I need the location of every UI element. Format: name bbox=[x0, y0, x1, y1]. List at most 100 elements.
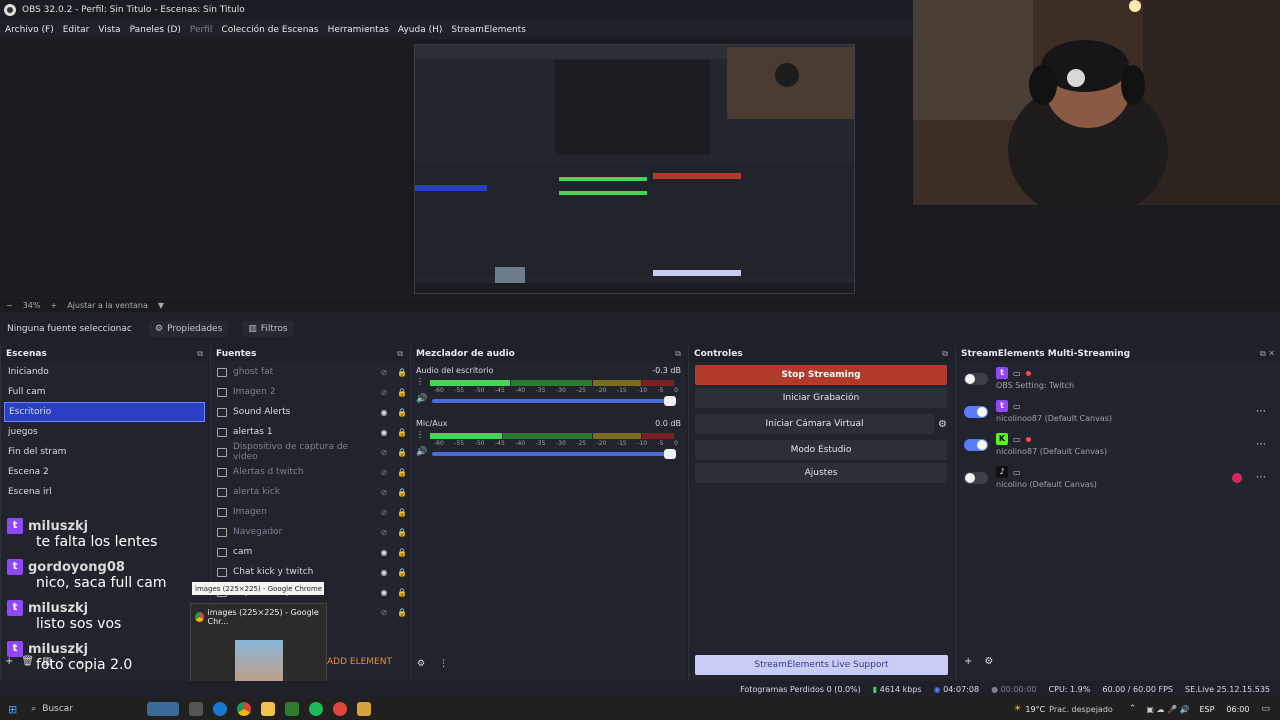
undock-icon[interactable]: ⧉ bbox=[197, 349, 203, 359]
source-item[interactable]: alerta kick ⊘ 🔒 bbox=[211, 482, 408, 502]
virtual-camera-button[interactable]: Iniciar Cámara Virtual bbox=[695, 414, 935, 434]
undock-icon[interactable]: ⧉ bbox=[675, 349, 681, 359]
scene-item[interactable]: Escritorio bbox=[4, 402, 205, 422]
lock-icon[interactable]: 🔒 bbox=[396, 508, 408, 517]
menu-item-8[interactable]: StreamElements bbox=[451, 25, 526, 35]
menu-item-6[interactable]: Herramientas bbox=[328, 25, 389, 35]
lock-icon[interactable]: 🔒 bbox=[396, 588, 408, 597]
edge-icon[interactable] bbox=[213, 702, 228, 716]
settings-button[interactable]: Ajustes bbox=[695, 463, 947, 483]
app-icon-red[interactable] bbox=[333, 702, 348, 716]
chevron-down-icon[interactable]: ▼ bbox=[158, 301, 164, 310]
source-item[interactable]: Dispositivo de captura de video ⊘ 🔒 bbox=[211, 442, 408, 462]
lock-icon[interactable]: 🔒 bbox=[396, 488, 408, 497]
eye-off-icon[interactable]: ⊘ bbox=[378, 388, 390, 397]
scene-item[interactable]: Full cam bbox=[1, 382, 208, 402]
lock-icon[interactable]: 🔒 bbox=[396, 548, 408, 557]
lock-icon[interactable]: 🔒 bbox=[396, 528, 408, 537]
search-icon[interactable]: ⌕ bbox=[31, 704, 36, 714]
undock-icon[interactable]: ⧉ bbox=[942, 349, 948, 359]
eye-off-icon[interactable]: ⊘ bbox=[378, 448, 390, 457]
source-item[interactable]: cam ◉ 🔒 bbox=[211, 542, 408, 562]
menu-item-3[interactable]: Paneles (D) bbox=[130, 25, 181, 35]
eye-icon[interactable]: ◉ bbox=[378, 408, 390, 417]
undock-icon[interactable]: ⧉ ✕ bbox=[1260, 349, 1275, 359]
add-icon[interactable]: + bbox=[964, 656, 972, 667]
menu-item-0[interactable]: Archivo (F) bbox=[5, 25, 54, 35]
lock-icon[interactable]: 🔒 bbox=[396, 568, 408, 577]
stream-toggle[interactable] bbox=[964, 438, 988, 451]
chevron-up-icon[interactable]: ⌃ bbox=[1129, 704, 1137, 714]
more-icon[interactable]: ⋮ bbox=[439, 659, 448, 669]
stream-toggle[interactable] bbox=[964, 471, 988, 484]
source-item[interactable]: Alertas d twitch ⊘ 🔒 bbox=[211, 462, 408, 482]
eye-off-icon[interactable]: ⊘ bbox=[378, 468, 390, 477]
menu-item-2[interactable]: Vista bbox=[98, 25, 120, 35]
zoom-out-button[interactable]: − bbox=[6, 301, 13, 310]
volume-slider[interactable] bbox=[432, 449, 676, 459]
eye-off-icon[interactable]: ⊘ bbox=[378, 528, 390, 537]
more-icon[interactable]: ⋮ bbox=[416, 377, 424, 386]
more-icon[interactable]: ⋯ bbox=[1256, 406, 1266, 417]
search-label[interactable]: Buscar bbox=[42, 704, 142, 714]
eye-off-icon[interactable]: ⊘ bbox=[378, 488, 390, 497]
eye-icon[interactable]: ◉ bbox=[378, 588, 390, 597]
volume-slider[interactable] bbox=[432, 396, 676, 406]
menu-item-1[interactable]: Editar bbox=[63, 25, 90, 35]
eye-icon[interactable]: ◉ bbox=[378, 428, 390, 437]
gear-icon[interactable]: ⚙ bbox=[417, 659, 425, 669]
source-item[interactable]: Chat kick y twitch ◉ 🔒 bbox=[211, 562, 408, 582]
eye-off-icon[interactable]: ⊘ bbox=[378, 608, 390, 617]
source-item[interactable]: Imagen 2 ⊘ 🔒 bbox=[211, 382, 408, 402]
filters-button[interactable]: ▥ Filtros bbox=[242, 320, 294, 337]
gear-icon[interactable]: ⚙ bbox=[938, 419, 947, 430]
add-element-button[interactable]: ADD ELEMENT bbox=[327, 657, 392, 667]
eye-off-icon[interactable]: ⊘ bbox=[378, 508, 390, 517]
clock[interactable]: 06:00 bbox=[1226, 705, 1249, 714]
studio-mode-button[interactable]: Modo Estudio bbox=[695, 440, 947, 460]
properties-button[interactable]: ⚙ Propiedades bbox=[149, 320, 229, 337]
lock-icon[interactable]: 🔒 bbox=[396, 368, 408, 377]
windows-start-icon[interactable]: ⊞ bbox=[8, 703, 17, 716]
undock-icon[interactable]: ⧉ bbox=[397, 349, 403, 359]
lock-icon[interactable]: 🔒 bbox=[396, 408, 408, 417]
lock-icon[interactable]: 🔒 bbox=[396, 468, 408, 477]
lock-icon[interactable]: 🔒 bbox=[396, 448, 408, 457]
task-view-icon[interactable] bbox=[189, 702, 204, 716]
source-item[interactable]: Sound Alerts ◉ 🔒 bbox=[211, 402, 408, 422]
menu-item-7[interactable]: Ayuda (H) bbox=[398, 25, 442, 35]
eye-icon[interactable]: ◉ bbox=[378, 548, 390, 557]
menu-item-4[interactable]: Perfil bbox=[190, 25, 213, 35]
folder-icon[interactable] bbox=[261, 702, 276, 716]
spotify-icon[interactable] bbox=[309, 702, 324, 716]
stop-streaming-button[interactable]: Stop Streaming bbox=[695, 365, 947, 385]
eye-icon[interactable]: ◉ bbox=[378, 568, 390, 577]
scene-item[interactable]: juegos bbox=[1, 422, 208, 442]
speaker-icon[interactable]: 🔊 bbox=[416, 394, 427, 404]
lock-icon[interactable]: 🔒 bbox=[396, 428, 408, 437]
live-support-button[interactable]: StreamElements Live Support bbox=[695, 655, 948, 675]
scene-item[interactable]: Escena 2 bbox=[1, 462, 208, 482]
zoom-in-button[interactable]: + bbox=[50, 301, 57, 310]
lock-icon[interactable]: 🔒 bbox=[396, 608, 408, 617]
more-icon[interactable]: ⋮ bbox=[416, 430, 424, 439]
start-recording-button[interactable]: Iniciar Grabación bbox=[695, 388, 947, 408]
menu-item-5[interactable]: Colección de Escenas bbox=[221, 25, 318, 35]
scene-item[interactable]: Fin del stram bbox=[1, 442, 208, 462]
language[interactable]: ESP bbox=[1199, 705, 1214, 714]
gear-icon[interactable]: ⚙ bbox=[984, 656, 993, 667]
app-icon-gold[interactable] bbox=[357, 702, 372, 716]
more-icon[interactable]: ⋯ bbox=[1256, 472, 1266, 483]
eye-off-icon[interactable]: ⊘ bbox=[378, 368, 390, 377]
source-item[interactable]: alertas 1 ◉ 🔒 bbox=[211, 422, 408, 442]
chrome-icon[interactable] bbox=[237, 702, 252, 716]
more-icon[interactable]: ⋯ bbox=[1256, 439, 1266, 450]
fit-window-button[interactable]: Ajustar a la ventana bbox=[67, 301, 148, 310]
notification-icon[interactable]: ▭ bbox=[1261, 704, 1270, 714]
app-icon[interactable] bbox=[285, 702, 300, 716]
scene-item[interactable]: Escena irl bbox=[1, 482, 208, 502]
stream-toggle[interactable] bbox=[964, 372, 988, 385]
stream-preview[interactable] bbox=[414, 44, 855, 294]
stream-toggle[interactable] bbox=[964, 405, 988, 418]
taskbar-preview[interactable]: images (225×225) - Google Chr... bbox=[190, 603, 327, 693]
